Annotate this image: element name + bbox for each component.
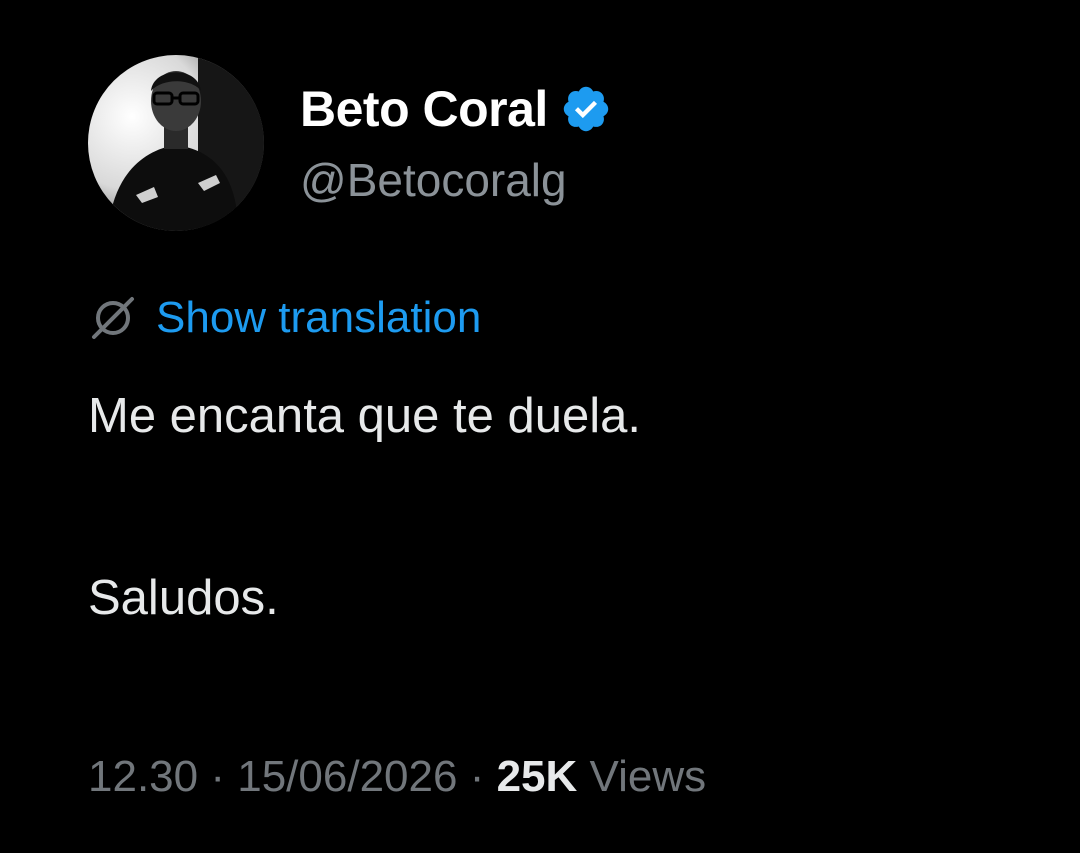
tweet-date[interactable]: 15/06/2026 [237,752,457,801]
display-name-row[interactable]: Beto Coral [300,78,612,140]
display-name[interactable]: Beto Coral [300,84,548,134]
avatar-image [88,55,264,231]
meta-separator: · [210,752,225,801]
tweet-meta: 12.30 · 15/06/2026 · 25K Views [88,755,706,799]
show-translation-button[interactable]: Show translation [86,290,481,346]
show-translation-label[interactable]: Show translation [156,296,481,340]
views-count[interactable]: 25K [497,752,578,801]
tweet-text-line: Saludos. [88,571,279,625]
verified-badge-icon [560,83,612,135]
meta-separator: · [469,752,485,801]
avatar[interactable] [88,55,264,231]
tweet-time[interactable]: 12.30 [88,752,198,801]
tweet-card: Beto Coral @Betocoralg Show translation … [0,0,1080,853]
translate-icon [86,291,140,345]
views-label: Views [589,752,707,801]
tweet-text-line: Me encanta que te duela. [88,389,642,443]
user-handle[interactable]: @Betocoralg [300,155,567,206]
